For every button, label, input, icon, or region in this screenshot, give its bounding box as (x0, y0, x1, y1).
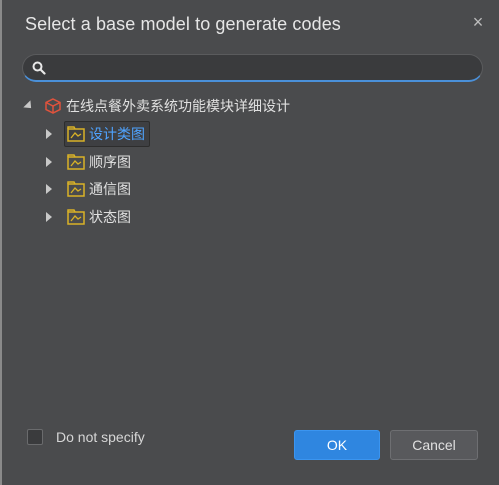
do-not-specify-option[interactable]: Do not specify (27, 429, 145, 445)
search-icon (32, 61, 46, 75)
tree-item-state-diagram[interactable]: 状态图 (46, 205, 131, 229)
tree-item-label: 通信图 (89, 181, 131, 197)
search-field[interactable] (22, 54, 483, 82)
do-not-specify-label: Do not specify (56, 429, 145, 445)
tree-item-communication-diagram[interactable]: 通信图 (46, 177, 131, 201)
diagram-folder-icon (67, 154, 85, 170)
selected-highlight[interactable]: 设计类图 (64, 121, 150, 147)
expand-arrow-icon[interactable] (46, 212, 52, 222)
ok-button[interactable]: OK (294, 430, 380, 460)
expand-arrow-icon[interactable] (46, 157, 52, 167)
tree-item-design-class-diagram[interactable]: 设计类图 (46, 121, 150, 147)
tree-item-label: 状态图 (89, 209, 131, 225)
close-icon[interactable]: × (468, 12, 488, 32)
tree-item-label: 设计类图 (89, 126, 145, 142)
tree-item-sequence-diagram[interactable]: 顺序图 (46, 150, 131, 174)
diagram-folder-icon (67, 181, 85, 197)
diagram-folder-icon (67, 209, 85, 225)
collapse-arrow-icon[interactable] (23, 100, 35, 112)
select-base-model-dialog: Select a base model to generate codes × … (2, 0, 499, 485)
dialog-title: Select a base model to generate codes (25, 14, 341, 34)
tree-item-label: 顺序图 (89, 154, 131, 170)
tree-root-item[interactable]: 在线点餐外卖系统功能模块详细设计 (23, 94, 290, 118)
expand-arrow-icon[interactable] (46, 129, 52, 139)
do-not-specify-checkbox[interactable] (27, 429, 43, 445)
search-input[interactable] (53, 58, 477, 80)
cancel-button[interactable]: Cancel (390, 430, 478, 460)
package-cube-icon (45, 98, 61, 114)
expand-arrow-icon[interactable] (46, 184, 52, 194)
tree-root-label: 在线点餐外卖系统功能模块详细设计 (66, 98, 290, 114)
diagram-folder-icon (67, 126, 85, 142)
